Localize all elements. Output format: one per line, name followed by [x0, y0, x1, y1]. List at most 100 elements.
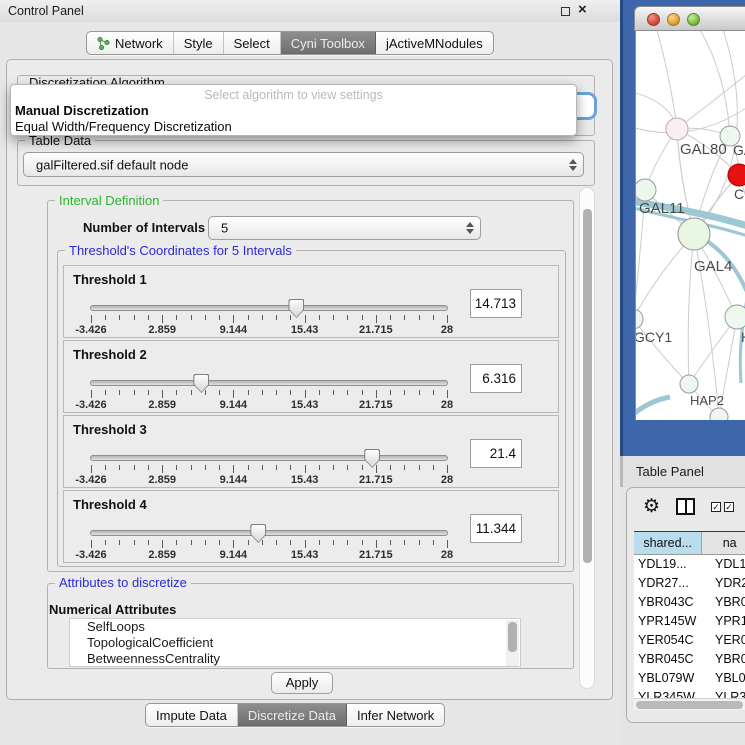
- close-icon[interactable]: ×: [578, 1, 587, 18]
- table-header-row: shared... na: [634, 532, 745, 555]
- close-traffic-light[interactable]: [647, 13, 660, 26]
- cell-name[interactable]: YDR2: [709, 574, 745, 593]
- column-header-name[interactable]: na: [702, 532, 745, 554]
- attribute-list-item[interactable]: TopologicalCoefficient: [70, 635, 520, 651]
- tab-style[interactable]: Style: [174, 32, 224, 54]
- popup-option-manual-discretization[interactable]: Manual Discretization: [15, 103, 149, 118]
- main-scrollbar[interactable]: [579, 187, 595, 689]
- network-node-GAL80[interactable]: [666, 118, 688, 140]
- cell-name[interactable]: YBL0: [709, 669, 745, 688]
- threshold-2-value-field[interactable]: 6.316: [470, 364, 522, 393]
- tab-select[interactable]: Select: [224, 32, 281, 54]
- network-node-GCY1[interactable]: [636, 309, 643, 329]
- tab-impute-data[interactable]: Impute Data: [146, 704, 238, 726]
- network-edge[interactable]: [656, 31, 677, 129]
- columns-icon[interactable]: [676, 498, 695, 515]
- cell-shared-name[interactable]: YER054C: [634, 631, 709, 650]
- threshold-3-value-field[interactable]: 21.4: [470, 439, 522, 468]
- threshold-1-slider[interactable]: [90, 305, 448, 311]
- threshold-2-slider[interactable]: [90, 380, 448, 386]
- table-row[interactable]: YBL079WYBL0: [634, 669, 745, 688]
- zoom-traffic-light[interactable]: [687, 13, 700, 26]
- cell-shared-name[interactable]: YBR045C: [634, 650, 709, 669]
- threshold-3-panel: Threshold 3 -3.4262.8599.14415.4321.7152…: [63, 415, 559, 488]
- tick-mark: [91, 390, 92, 398]
- network-window-titlebar[interactable]: [634, 6, 745, 31]
- cell-shared-name[interactable]: YPR145W: [634, 612, 709, 631]
- tick-label: 21.715: [359, 399, 393, 411]
- cyni-toolbox-panel: Discretization Algorithm Table Data galF…: [6, 59, 613, 700]
- tick-mark: [205, 390, 206, 395]
- attributes-scrollbar[interactable]: [506, 620, 519, 667]
- table-row[interactable]: YBR043CYBR0: [634, 593, 745, 612]
- tab-cyni-toolbox[interactable]: Cyni Toolbox: [281, 32, 376, 54]
- tab-discretize-data[interactable]: Discretize Data: [238, 704, 347, 726]
- threshold-4-slider[interactable]: [90, 530, 448, 536]
- gear-icon[interactable]: ⚙: [643, 497, 660, 516]
- table-row[interactable]: YPR145WYPR1: [634, 612, 745, 631]
- apply-button[interactable]: Apply: [271, 672, 333, 694]
- number-of-intervals-combobox[interactable]: 5: [208, 216, 481, 240]
- float-icon[interactable]: [561, 7, 570, 16]
- tab-network-label: Network: [115, 36, 163, 51]
- threshold-1-value-field[interactable]: 14.713: [470, 289, 522, 318]
- cell-shared-name[interactable]: YDL19...: [634, 555, 709, 574]
- network-node-H-node[interactable]: [725, 305, 745, 329]
- cell-shared-name[interactable]: YBL079W: [634, 669, 709, 688]
- attributes-scrollbar-thumb[interactable]: [508, 622, 517, 652]
- checkbox-icon[interactable]: ✓: [711, 502, 721, 512]
- tab-infer-network[interactable]: Infer Network: [347, 704, 444, 726]
- checkbox-icon[interactable]: ✓: [724, 502, 734, 512]
- network-view-background: GAL80GACGAL11GAL4GCY1HHAP2: [620, 0, 745, 456]
- table-row[interactable]: YER054CYER0: [634, 631, 745, 650]
- cell-name[interactable]: YBR0: [709, 650, 745, 669]
- tick-mark: [205, 540, 206, 545]
- slider-tick-labels: -3.4262.8599.14415.4321.71528: [91, 474, 447, 486]
- network-node-red-node[interactable]: [728, 164, 745, 186]
- combo-arrows-icon: [568, 159, 577, 171]
- tick-mark: [390, 390, 391, 395]
- network-node-node-b[interactable]: [710, 408, 728, 420]
- tick-mark: [347, 540, 348, 545]
- threshold-4-value-field[interactable]: 11.344: [470, 514, 522, 543]
- cell-shared-name[interactable]: YDR27...: [634, 574, 709, 593]
- network-node-HAP2[interactable]: [680, 375, 698, 393]
- cell-name[interactable]: YBR0: [709, 593, 745, 612]
- tick-mark: [433, 315, 434, 320]
- table-data-combobox[interactable]: galFiltered.sif default node: [23, 152, 584, 177]
- column-header-shared-name[interactable]: shared...: [634, 532, 702, 554]
- cell-shared-name[interactable]: YBR043C: [634, 593, 709, 612]
- tick-label: 21.715: [359, 549, 393, 561]
- network-canvas[interactable]: GAL80GACGAL11GAL4GCY1HHAP2: [635, 31, 745, 420]
- tick-mark: [419, 540, 420, 545]
- threshold-3-slider[interactable]: [90, 455, 448, 461]
- tick-mark: [134, 465, 135, 470]
- table-row[interactable]: YDL19...YDL1: [634, 555, 745, 574]
- tick-label: -3.426: [75, 399, 106, 411]
- table-hscrollbar-thumb[interactable]: [636, 701, 743, 709]
- network-node-GAL11[interactable]: [636, 179, 656, 201]
- cell-name[interactable]: YER0: [709, 631, 745, 650]
- table-panel-titlebar[interactable]: Table Panel: [620, 456, 745, 487]
- cell-name[interactable]: YDL1: [709, 555, 745, 574]
- network-edge[interactable]: [688, 234, 694, 384]
- tick-label: 15.43: [291, 399, 319, 411]
- cell-name[interactable]: YPR1: [709, 612, 745, 631]
- tab-network[interactable]: Network: [87, 32, 174, 54]
- popup-option-equal-width[interactable]: Equal Width/Frequency Discretization: [15, 119, 232, 134]
- tick-mark: [347, 390, 348, 395]
- attribute-list-item[interactable]: BetweennessCentrality: [70, 651, 520, 667]
- main-scrollbar-thumb[interactable]: [583, 209, 592, 563]
- tab-jactivemnodules[interactable]: jActiveMNodules: [376, 32, 493, 54]
- attribute-list-item[interactable]: SelfLoops: [70, 619, 520, 635]
- table-row[interactable]: YBR045CYBR0: [634, 650, 745, 669]
- network-edge-highlighted[interactable]: [636, 397, 670, 417]
- numerical-attributes-list[interactable]: SelfLoopsTopologicalCoefficientBetweenne…: [69, 618, 521, 667]
- minimize-traffic-light[interactable]: [667, 13, 680, 26]
- network-node-GAL4[interactable]: [678, 218, 710, 250]
- table-hscrollbar[interactable]: [634, 698, 745, 710]
- tick-mark: [205, 315, 206, 320]
- table-row[interactable]: YDR27...YDR2: [634, 574, 745, 593]
- tick-label: 9.144: [220, 474, 248, 486]
- tick-mark: [333, 390, 334, 395]
